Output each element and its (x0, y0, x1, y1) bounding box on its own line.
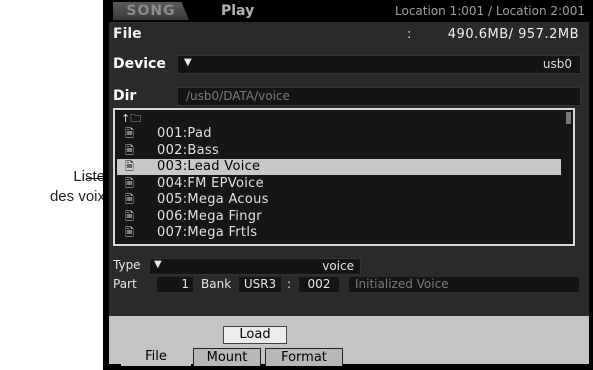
bank-colon: : (287, 277, 292, 291)
file-colon: : (407, 27, 412, 42)
memory-usage: 490.6MB/ 957.2MB (447, 27, 579, 42)
file-icon: 🗎 (125, 193, 134, 206)
tab-mount[interactable]: Mount (193, 348, 261, 366)
type-row: Type ▼ voice (109, 258, 585, 275)
part-label: Part (113, 277, 137, 291)
callout-label-line1: Liste (73, 168, 105, 185)
dir-path: /usb0/DATA/voice (186, 89, 290, 103)
header-bar: SONG Play Location 1:001 / Location 2:00… (103, 0, 593, 22)
tab-file[interactable]: File (121, 348, 191, 366)
bank-label: Bank (201, 277, 232, 291)
mode-tab-song[interactable]: SONG (113, 2, 189, 20)
instrument-screen: SONG Play Location 1:001 / Location 2:00… (103, 0, 593, 370)
bank-field[interactable]: USR3 (239, 277, 281, 292)
list-item[interactable]: 🗎 002:Bass (117, 143, 561, 159)
tab-format[interactable]: Format (265, 348, 343, 366)
list-item[interactable]: 🗎 005:Mega Acous (117, 192, 561, 208)
file-label: File (113, 26, 142, 42)
voice-number-field[interactable]: 002 (299, 277, 339, 292)
list-item-name: 004:FM EPVoice (157, 175, 264, 191)
type-label: Type (113, 258, 141, 272)
list-item-name: 002:Bass (157, 142, 220, 158)
part-number-field[interactable]: 1 (157, 277, 193, 292)
dropdown-arrow-icon: ▼ (184, 57, 192, 68)
list-item[interactable]: 🗎 003:Lead Voice (117, 159, 561, 175)
sub-tab-play[interactable]: Play (193, 2, 341, 20)
voice-name-display: Initialized Voice (349, 277, 579, 292)
file-icon: 🗎 (125, 160, 134, 173)
list-item-name: 006:Mega Fingr (157, 208, 262, 224)
list-item-name: 007:Mega Frtls (157, 225, 258, 240)
list-item-name: 003:Lead Voice (157, 159, 261, 174)
file-icon: 🗎 (125, 226, 134, 239)
dir-path-field: /usb0/DATA/voice (177, 87, 581, 106)
list-item-name: 005:Mega Acous (157, 192, 269, 207)
voice-file-list[interactable]: ↑🗀 🗎 001:Pad 🗎 002:Bass 🗎 003:Lead Voice 🗎 004:… (113, 108, 575, 246)
list-scrollbar[interactable] (566, 112, 571, 124)
type-select[interactable]: ▼ voice (149, 258, 361, 275)
list-item[interactable]: 🗎 006:Mega Fingr (117, 209, 561, 225)
list-item[interactable]: 🗎 004:FM EPVoice (117, 176, 561, 192)
location-readout: Location 1:001 / Location 2:001 (395, 4, 585, 18)
callout-label-line2: des voix (49, 188, 105, 205)
device-value: usb0 (542, 57, 572, 71)
dir-row: Dir /usb0/DATA/voice (109, 86, 585, 106)
file-icon: 🗎 (125, 143, 134, 157)
parent-folder-icon[interactable]: ↑🗀 (121, 112, 141, 126)
dropdown-arrow-icon: ▼ (154, 259, 162, 270)
load-button[interactable]: Load (223, 326, 287, 344)
file-row: File : 490.6MB/ 957.2MB (109, 24, 585, 44)
list-item[interactable]: 🗎 001:Pad (117, 126, 561, 142)
device-select[interactable]: ▼ usb0 (177, 55, 581, 74)
part-row: Part 1 Bank USR3 : 002 Initialized Voice (109, 277, 585, 293)
list-item-name: 001:Pad (157, 126, 212, 141)
file-icon: 🗎 (125, 209, 134, 223)
file-icon: 🗎 (125, 176, 134, 190)
type-value: voice (322, 259, 354, 273)
list-item[interactable]: 🗎 007:Mega Frtls (117, 225, 561, 241)
dir-label: Dir (113, 88, 137, 104)
file-icon: 🗎 (125, 127, 134, 140)
device-label: Device (113, 56, 166, 72)
device-row: Device ▼ usb0 (109, 54, 585, 74)
